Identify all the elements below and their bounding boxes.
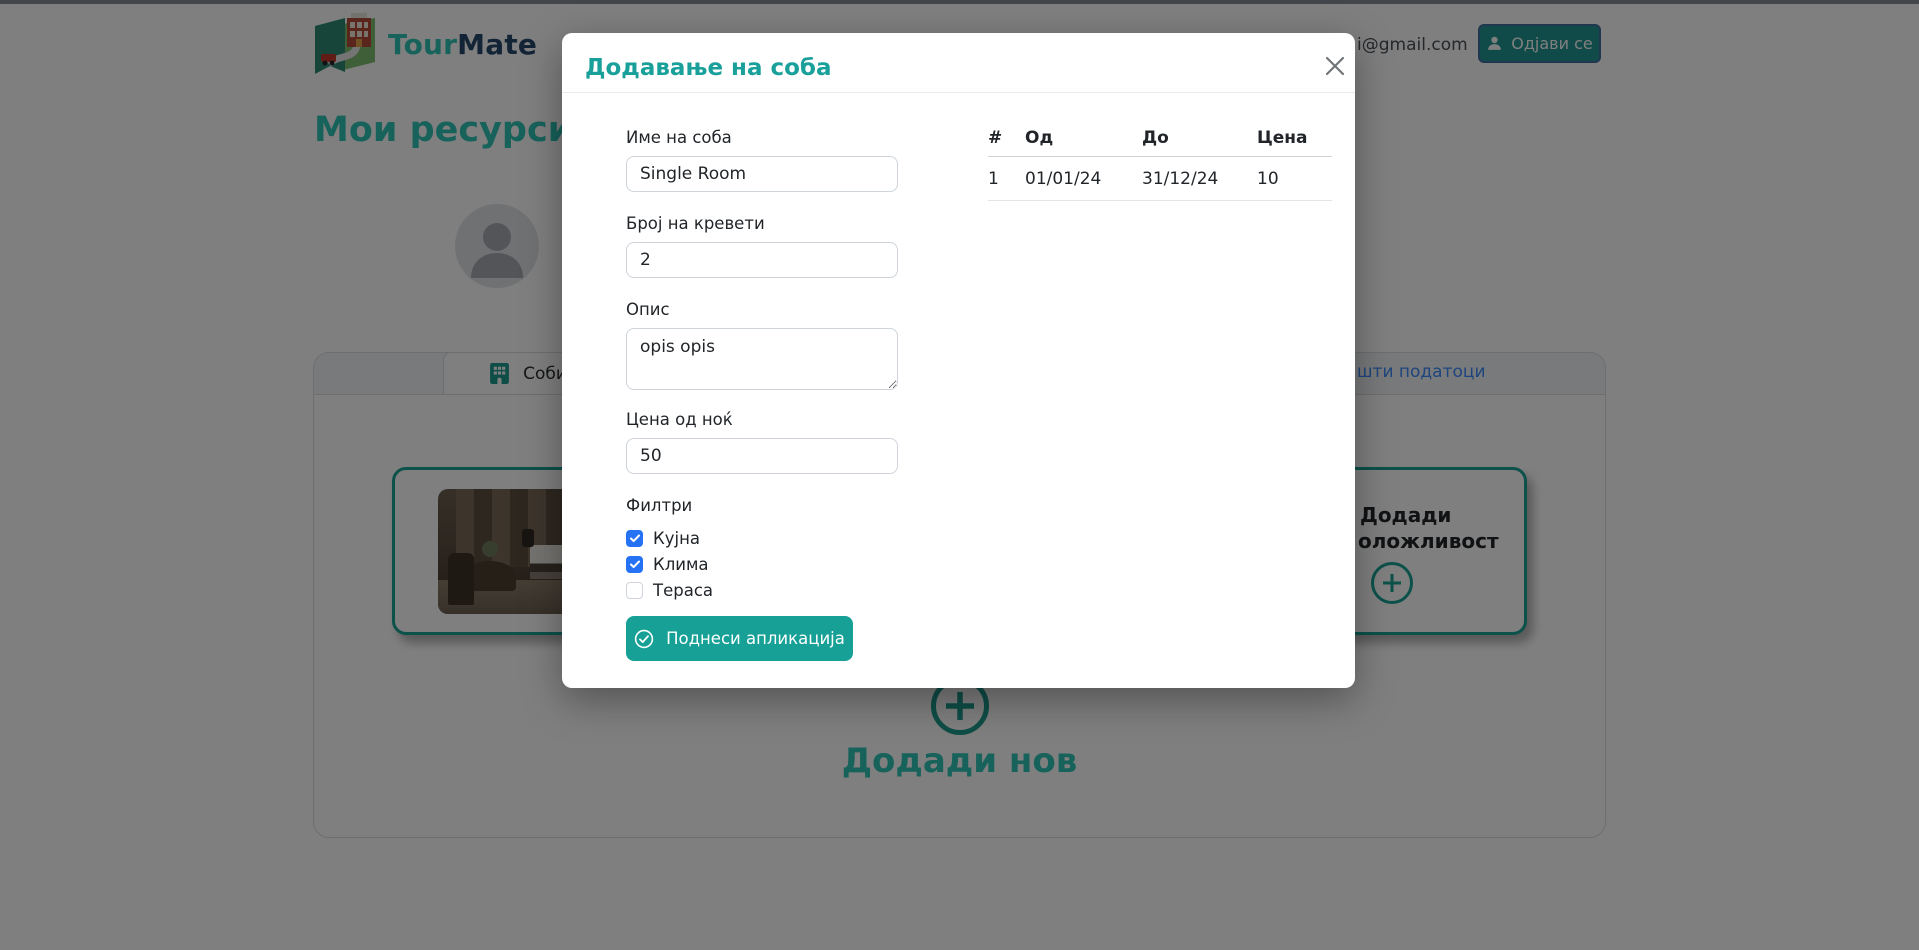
filter-label: Тераса xyxy=(653,581,713,600)
top-strip xyxy=(0,0,1919,4)
col-from: Од xyxy=(1025,128,1142,157)
cell-to: 31/12/24 xyxy=(1142,157,1257,201)
checkbox-icon[interactable] xyxy=(626,530,643,547)
submit-application-button[interactable]: Поднеси апликација xyxy=(626,616,853,661)
close-icon[interactable] xyxy=(1318,49,1352,83)
description-label: Опис xyxy=(626,300,926,319)
cell-price: 10 xyxy=(1257,157,1332,201)
checkbox-icon[interactable] xyxy=(626,556,643,573)
circle-check-icon xyxy=(634,629,654,649)
beds-label: Број на кревети xyxy=(626,214,926,233)
filter-checkbox-kujna[interactable]: Кујна xyxy=(626,528,700,548)
description-textarea[interactable]: opis opis xyxy=(626,328,898,390)
beds-input[interactable] xyxy=(626,242,898,278)
filter-label: Клима xyxy=(653,555,709,574)
filters-label: Филтри xyxy=(626,496,926,515)
cell-from: 01/01/24 xyxy=(1025,157,1142,201)
modal-divider xyxy=(562,92,1355,93)
filter-label: Кујна xyxy=(653,529,700,548)
cell-number: 1 xyxy=(988,157,1025,201)
price-input[interactable] xyxy=(626,438,898,474)
col-price: Цена xyxy=(1257,128,1332,157)
table-row: 1 01/01/24 31/12/24 10 xyxy=(988,157,1332,201)
table-header-row: # Од До Цена xyxy=(988,128,1332,157)
modal-title: Додавање на соба xyxy=(585,55,832,81)
col-to: До xyxy=(1142,128,1257,157)
submit-label: Поднеси апликација xyxy=(666,629,845,648)
checkbox-icon[interactable] xyxy=(626,582,643,599)
price-periods-table: # Од До Цена 1 01/01/24 31/12/24 10 xyxy=(988,128,1332,201)
price-label: Цена од ноќ xyxy=(626,410,926,429)
room-name-label: Име на соба xyxy=(626,128,926,147)
filter-checkbox-terasa[interactable]: Тераса xyxy=(626,580,713,600)
col-number: # xyxy=(988,128,1025,157)
filter-checkbox-klima[interactable]: Клима xyxy=(626,554,709,574)
add-room-modal: Додавање на соба Име на соба Број на кре… xyxy=(562,33,1355,688)
room-name-input[interactable] xyxy=(626,156,898,192)
